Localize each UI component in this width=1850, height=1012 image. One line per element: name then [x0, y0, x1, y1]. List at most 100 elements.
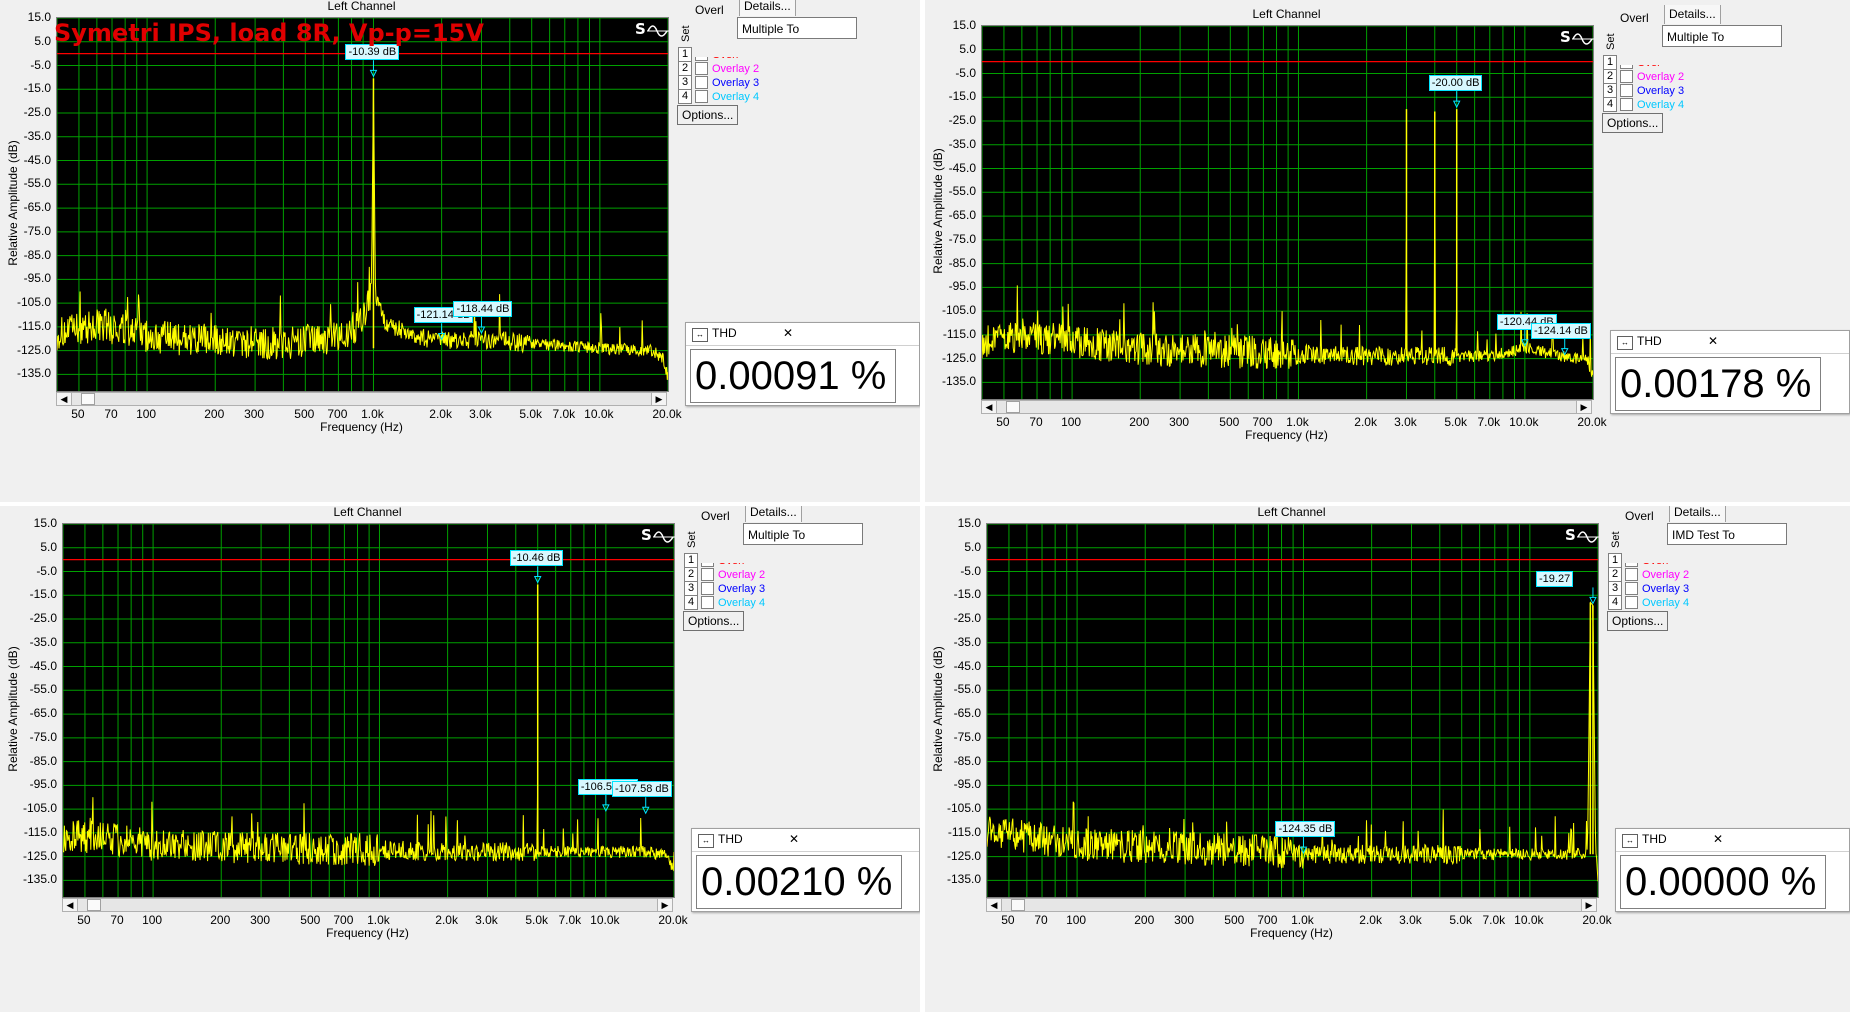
scroll-thumb[interactable]	[1006, 401, 1020, 413]
overlay-set-button[interactable]: 1	[678, 47, 692, 62]
marker-label[interactable]: -19.27	[1536, 571, 1574, 588]
overlay-set-button[interactable]: 3	[684, 581, 698, 596]
scroll-right-button[interactable]: ▶	[1581, 899, 1596, 911]
close-icon[interactable]: ✕	[778, 325, 798, 341]
overlay-set-button[interactable]: 1	[684, 553, 698, 568]
overlay-set-button[interactable]: 2	[684, 567, 698, 582]
details-tab[interactable]: Details...	[1664, 5, 1721, 24]
close-icon[interactable]: ✕	[1708, 831, 1728, 847]
set-label-text: Set	[1605, 33, 1617, 50]
overlay-checkbox[interactable]	[1625, 582, 1638, 595]
marker-label[interactable]: -124.35 dB	[1275, 821, 1336, 838]
details-tab[interactable]: Details...	[739, 0, 796, 16]
y-tick-label: -35.0	[948, 136, 976, 151]
overlay-checkbox[interactable]	[701, 596, 714, 609]
sine-wave-icon[interactable]: S	[1565, 525, 1601, 549]
x-scrollbar[interactable]: ◀ ▶	[986, 898, 1597, 912]
y-tick-label: -115.0	[17, 318, 51, 333]
scroll-right-button[interactable]: ▶	[651, 393, 666, 405]
thd-window-header[interactable]: ↔ THD ✕	[692, 829, 919, 852]
y-tick-label: -45.0	[953, 658, 981, 673]
thd-window[interactable]: ↔ THD ✕ 0.00000 %	[1615, 828, 1850, 912]
overlay-label: Overlay 2	[1642, 568, 1690, 581]
overlay-row-4[interactable]: 4 Overlay 4	[1603, 97, 1684, 113]
x-scrollbar[interactable]: ◀ ▶	[981, 400, 1592, 414]
thd-window[interactable]: ↔ THD ✕ 0.00178 %	[1610, 330, 1850, 414]
sine-wave-icon[interactable]: S	[1560, 27, 1596, 51]
scroll-thumb[interactable]	[1011, 899, 1025, 911]
y-tick-label: -135.0	[22, 872, 57, 887]
marker-label[interactable]: -118.44 dB	[453, 301, 513, 318]
scroll-thumb[interactable]	[81, 393, 95, 405]
details-select[interactable]: Multiple To	[1662, 25, 1782, 47]
sine-wave-icon[interactable]: S	[641, 525, 677, 549]
overlay-row-4[interactable]: 4 Overlay 4	[1608, 595, 1689, 611]
thd-window[interactable]: ↔ THD ✕ 0.00210 %	[691, 828, 920, 912]
overlay-set-button[interactable]: 4	[1608, 595, 1622, 610]
overlay-set-button[interactable]: 3	[1608, 581, 1622, 596]
channel-title: Left Channel	[1252, 7, 1321, 21]
overlay-set-button[interactable]: 4	[684, 595, 698, 610]
close-icon[interactable]: ✕	[784, 831, 804, 847]
options-button[interactable]: Options...	[1602, 113, 1664, 133]
x-tick-label: 100	[1066, 913, 1087, 927]
overlay-set-button[interactable]: 2	[1603, 69, 1617, 84]
details-select[interactable]: IMD Test To	[1667, 523, 1787, 545]
overlay-set-button[interactable]: 4	[1603, 97, 1617, 112]
overlay-set-button[interactable]: 1	[1608, 553, 1622, 568]
x-tick-label: 300	[1169, 415, 1190, 429]
close-icon[interactable]: ✕	[1703, 333, 1723, 349]
marker-label[interactable]: -124.14 dB	[1531, 322, 1591, 339]
overlay-checkbox[interactable]	[1620, 70, 1633, 83]
options-button[interactable]: Options...	[677, 105, 739, 125]
overlay-set-button[interactable]: 2	[1608, 567, 1622, 582]
overlay-set-button[interactable]: 2	[678, 61, 692, 76]
marker-label[interactable]: -107.58 dB	[612, 781, 672, 798]
scroll-right-button[interactable]: ▶	[1576, 401, 1591, 413]
overlay-checkbox[interactable]	[701, 582, 714, 595]
thd-window-header[interactable]: ↔ THD ✕	[1611, 331, 1849, 354]
overlay-checkbox[interactable]	[701, 568, 714, 581]
overlay-set-button[interactable]: 1	[1603, 55, 1617, 70]
overlay-checkbox[interactable]	[695, 62, 708, 75]
sine-wave-icon[interactable]: S	[635, 19, 671, 43]
spectrum-plot[interactable]: -10.39 dB -121.14 dB -118.44 dB	[56, 17, 669, 392]
overlay-row-4[interactable]: 4 Overlay 4	[678, 89, 759, 105]
spectrum-plot[interactable]: -20.00 dB -120.44 dB -124.14 dB	[981, 25, 1594, 400]
thd-window-header[interactable]: ↔ THD ✕	[686, 323, 919, 346]
thd-window[interactable]: ↔ THD ✕ 0.00091 %	[685, 322, 920, 406]
scroll-left-button[interactable]: ◀	[987, 899, 1002, 911]
scroll-left-button[interactable]: ◀	[57, 393, 72, 405]
spectrum-panel-2: Left Channel Relative Amplitude (dB) -20.0…	[925, 5, 1850, 510]
scroll-left-button[interactable]: ◀	[63, 899, 78, 911]
overlay-checkbox[interactable]	[1620, 84, 1633, 97]
overlay-checkbox[interactable]	[1625, 596, 1638, 609]
y-tick-label: 5.0	[34, 33, 51, 48]
thd-window-icon: ↔	[692, 328, 708, 342]
y-tick-label: -125.0	[16, 342, 51, 357]
spectrum-plot[interactable]: -19.27 -124.35 dB	[986, 523, 1599, 898]
options-button[interactable]: Options...	[1607, 611, 1669, 631]
details-select[interactable]: Multiple To	[737, 17, 857, 39]
scroll-thumb[interactable]	[87, 899, 101, 911]
spectrum-plot[interactable]: -10.46 dB -106.58 dB -107.58 dB	[62, 523, 675, 898]
overlay-set-button[interactable]: 4	[678, 89, 692, 104]
overlay-checkbox[interactable]	[695, 76, 708, 89]
marker-label[interactable]: -10.46 dB	[509, 550, 564, 567]
y-tick-label: -75.0	[29, 729, 57, 744]
options-button[interactable]: Options...	[683, 611, 745, 631]
x-scrollbar[interactable]: ◀ ▶	[62, 898, 673, 912]
overlay-row-4[interactable]: 4 Overlay 4	[684, 595, 765, 611]
marker-label[interactable]: -20.00 dB	[1428, 75, 1483, 92]
overlay-set-button[interactable]: 3	[678, 75, 692, 90]
details-select[interactable]: Multiple To	[743, 523, 863, 545]
scroll-left-button[interactable]: ◀	[982, 401, 997, 413]
overlay-set-button[interactable]: 3	[1603, 83, 1617, 98]
overlay-checkbox[interactable]	[1620, 98, 1633, 111]
scroll-right-button[interactable]: ▶	[657, 899, 672, 911]
overlay-checkbox[interactable]	[695, 90, 708, 103]
thd-window-header[interactable]: ↔ THD ✕	[1616, 829, 1849, 852]
x-tick-label: 3.0k	[1394, 415, 1417, 429]
x-scrollbar[interactable]: ◀ ▶	[56, 392, 667, 406]
overlay-checkbox[interactable]	[1625, 568, 1638, 581]
